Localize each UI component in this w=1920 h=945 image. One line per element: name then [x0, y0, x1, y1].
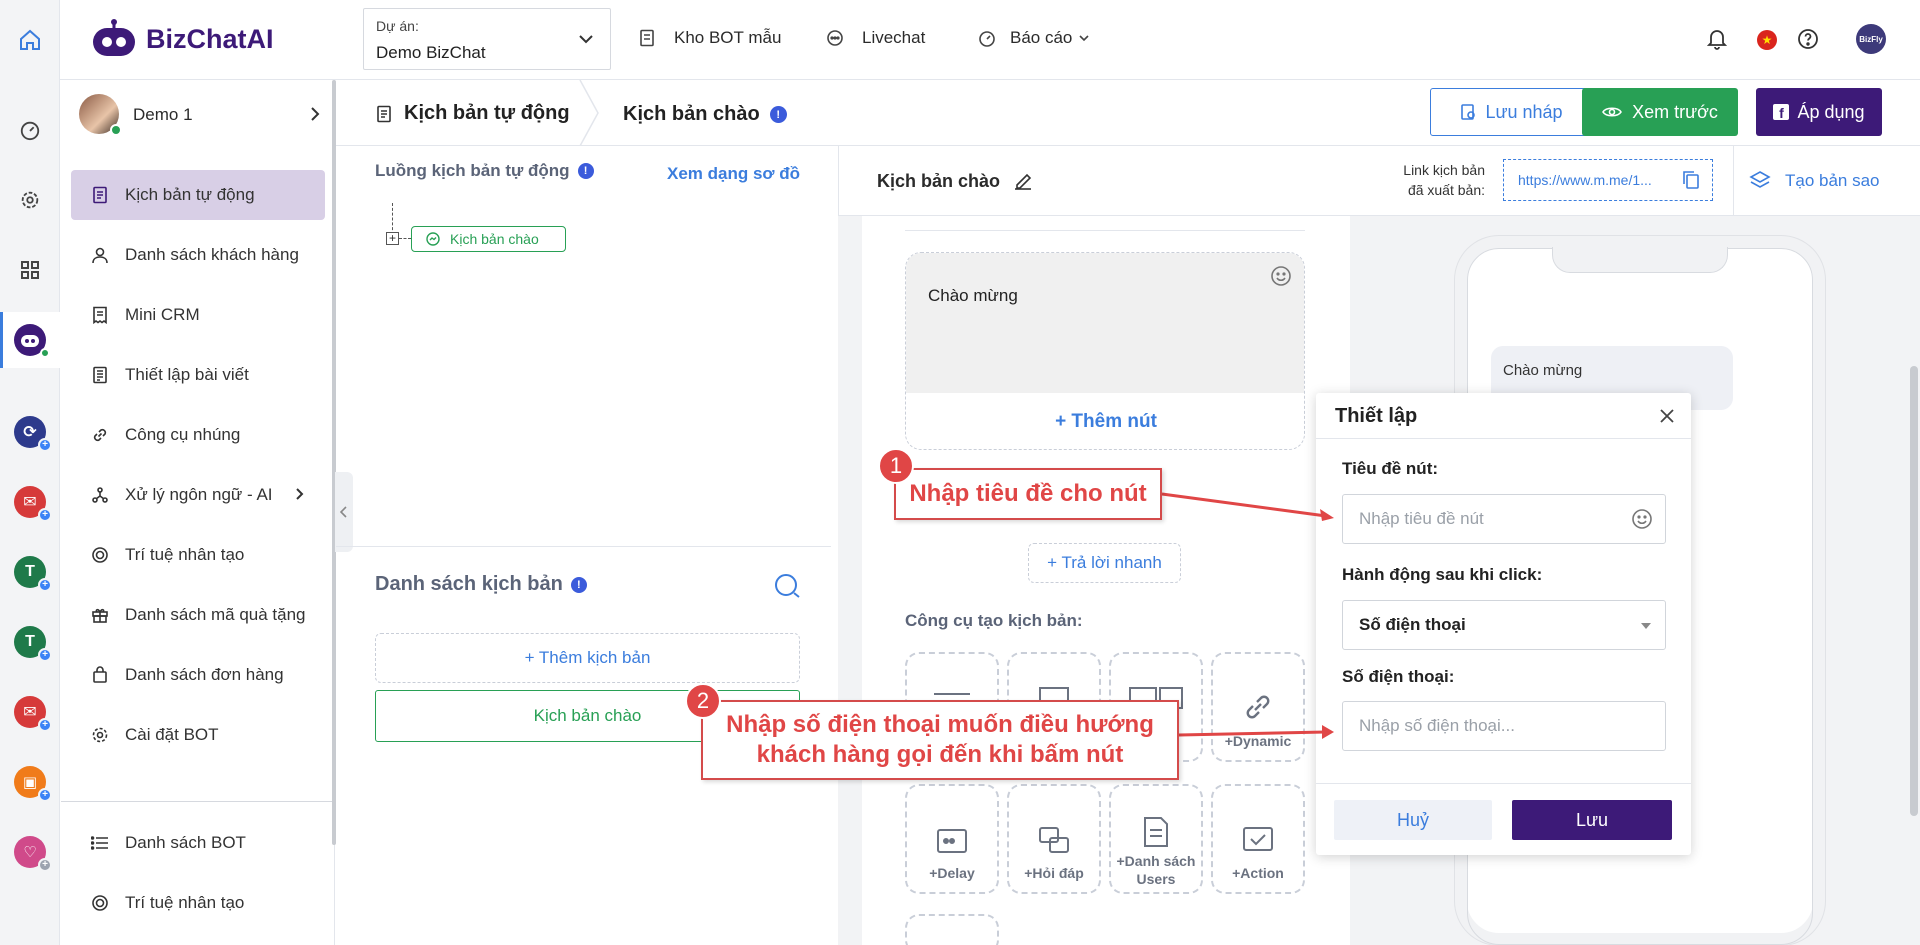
annotation-callout-2: Nhập số điện thoại muốn điều hướng khách… — [701, 700, 1179, 780]
arrow-2 — [1178, 730, 1327, 737]
annotation-line: khách hàng gọi đến khi bấm nút — [756, 741, 1124, 768]
annotation-line: Nhập số điện thoại muốn điều hướng — [726, 711, 1154, 738]
annotation-callout-1: Nhập tiêu đề cho nút — [894, 468, 1162, 520]
annotation-badge-1: 1 — [878, 448, 914, 484]
arrow-2-head — [1322, 725, 1334, 739]
annotation-badge-2: 2 — [685, 683, 721, 719]
arrow-1 — [1161, 492, 1327, 518]
arrow-1-head — [1320, 509, 1334, 521]
